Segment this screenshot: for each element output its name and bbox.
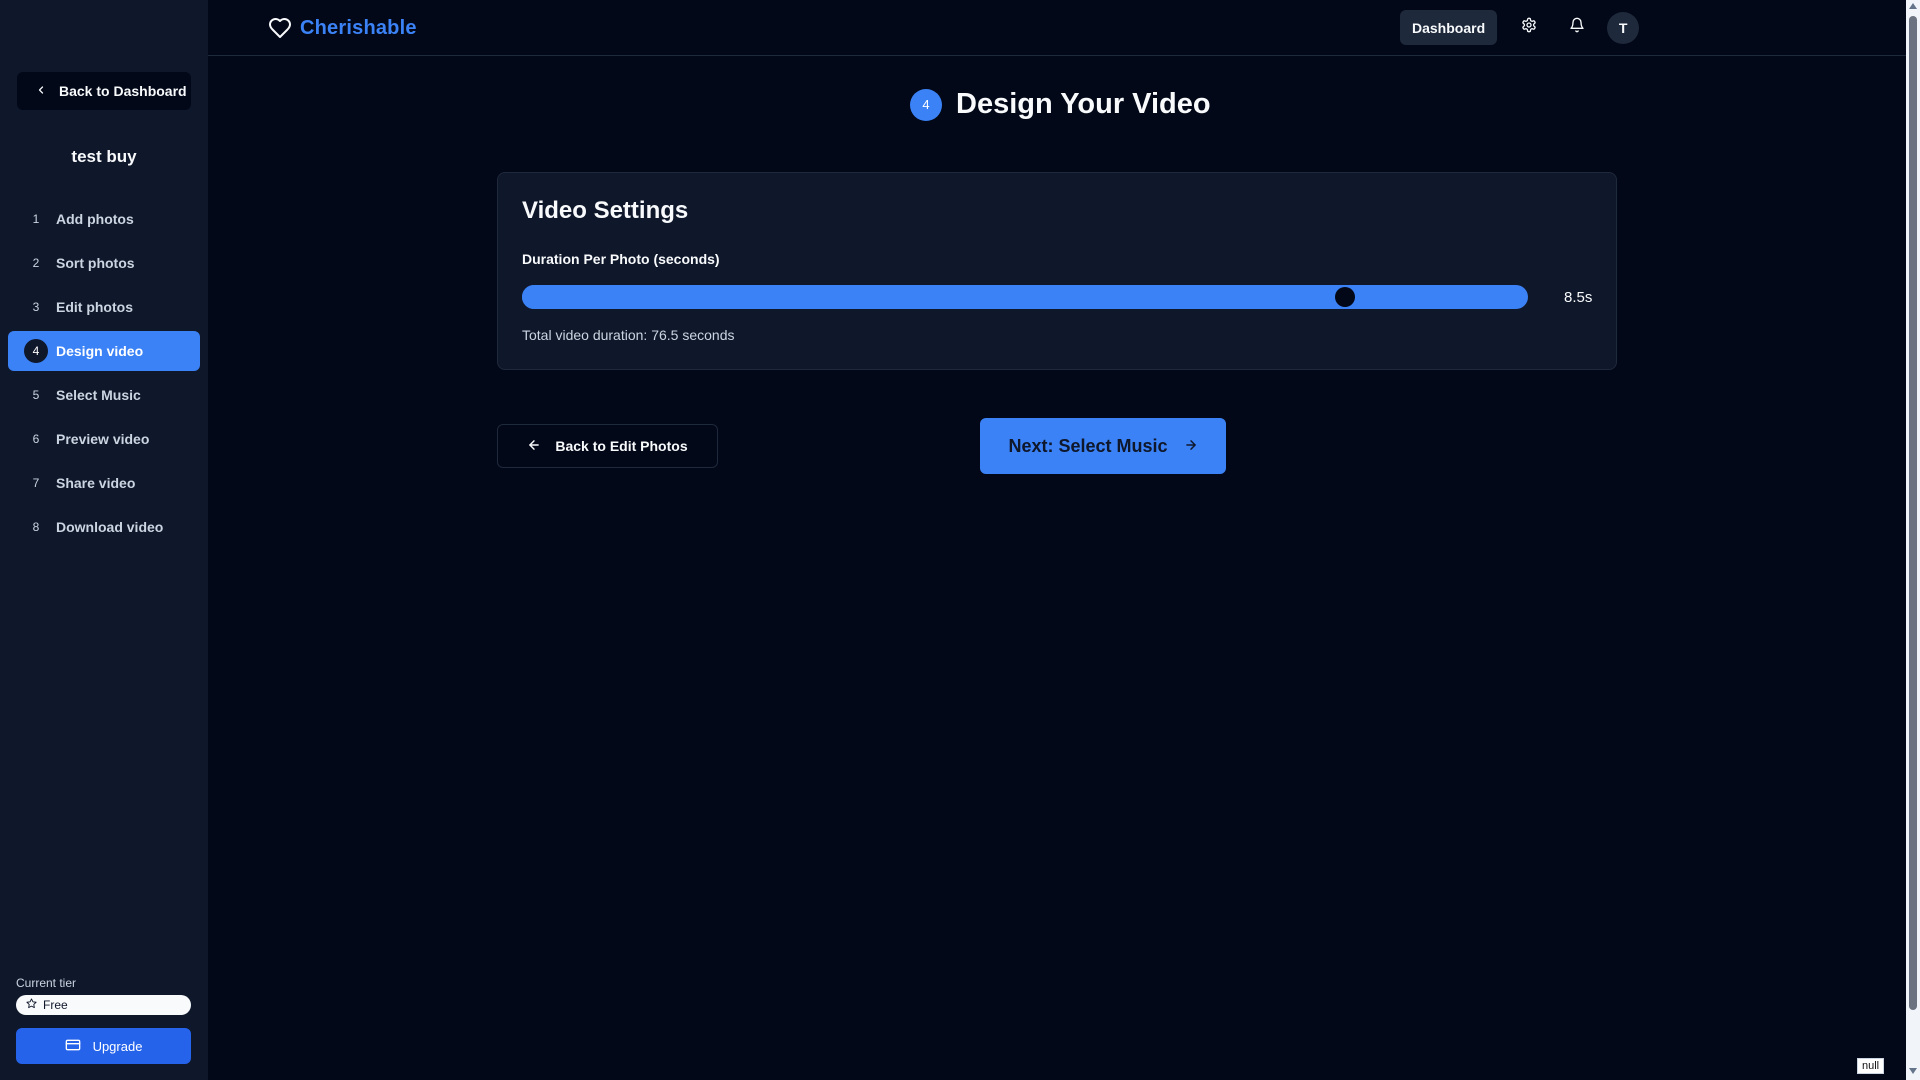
scroll-thumb[interactable] xyxy=(1909,16,1917,1010)
arrow-left-icon xyxy=(527,438,541,455)
step-number: 7 xyxy=(32,476,40,490)
notifications-button[interactable] xyxy=(1561,12,1593,44)
back-to-edit-photos-button[interactable]: Back to Edit Photos xyxy=(497,424,718,468)
top-header: Cherishable Dashboard T xyxy=(0,0,1906,56)
dashboard-button[interactable]: Dashboard xyxy=(1400,10,1498,45)
step-add-photos[interactable]: 1 Add photos xyxy=(8,199,200,239)
page-heading: 4 Design Your Video xyxy=(910,88,1211,121)
step-label: Sort photos xyxy=(56,255,135,271)
step-label: Edit photos xyxy=(56,299,133,315)
current-tier-label: Current tier xyxy=(16,976,77,990)
scroll-up-arrow-icon[interactable] xyxy=(1909,3,1917,9)
star-icon xyxy=(26,998,37,1012)
duration-slider[interactable] xyxy=(522,285,1528,309)
card-title: Video Settings xyxy=(522,197,689,224)
page-title: Design Your Video xyxy=(956,88,1211,120)
step-download-video[interactable]: 8 Download video xyxy=(8,507,200,547)
page-scrollbar[interactable] xyxy=(1906,0,1920,1080)
step-number: 5 xyxy=(32,388,40,402)
step-badge: 4 xyxy=(910,88,942,121)
user-avatar[interactable]: T xyxy=(1607,11,1640,44)
slider-thumb[interactable] xyxy=(1335,287,1356,307)
tier-badge: Free xyxy=(16,995,191,1015)
project-title: test buy xyxy=(71,147,137,166)
step-label: Share video xyxy=(56,475,136,491)
back-to-dashboard-label: Back to Dashboard xyxy=(59,83,187,99)
upgrade-label: Upgrade xyxy=(92,1038,143,1054)
step-preview-video[interactable]: 6 Preview video xyxy=(8,419,200,459)
step-select-music[interactable]: 5 Select Music xyxy=(8,375,200,415)
scroll-down-arrow-icon[interactable] xyxy=(1909,1068,1917,1074)
video-settings-card: Video Settings Duration Per Photo (secon… xyxy=(497,172,1617,370)
step-sort-photos[interactable]: 2 Sort photos xyxy=(8,243,200,283)
slider-fill xyxy=(522,285,1346,309)
sidebar: Back to Dashboard test buy 1 Add photos … xyxy=(0,55,208,1080)
step-number: 3 xyxy=(32,300,40,314)
next-select-music-button[interactable]: Next: Select Music xyxy=(980,418,1226,474)
heart-icon xyxy=(268,16,292,40)
step-label: Select Music xyxy=(56,387,141,403)
bell-icon xyxy=(1569,17,1585,38)
step-design-video[interactable]: 4 Design video xyxy=(8,331,200,371)
credit-card-icon xyxy=(65,1037,81,1056)
gear-icon xyxy=(1521,17,1537,38)
step-label: Design video xyxy=(56,343,144,359)
step-label: Preview video xyxy=(56,431,150,447)
step-label: Add photos xyxy=(56,211,134,227)
step-edit-photos[interactable]: 3 Edit photos xyxy=(8,287,200,327)
back-button-label: Back to Edit Photos xyxy=(555,438,688,454)
duration-label: Duration Per Photo (seconds) xyxy=(522,251,720,267)
header-sidebar-backdrop xyxy=(0,0,208,55)
brand-logo[interactable]: Cherishable xyxy=(268,14,417,42)
duration-value: 8.5s xyxy=(1564,289,1593,306)
step-number: 6 xyxy=(32,432,40,446)
total-duration-text: Total video duration: 76.5 seconds xyxy=(522,327,735,343)
step-list: 1 Add photos 2 Sort photos 3 Edit photos… xyxy=(8,199,200,551)
arrow-right-icon xyxy=(1184,436,1198,457)
brand-name: Cherishable xyxy=(300,16,417,39)
header-actions: Dashboard T xyxy=(1400,10,1640,45)
step-number: 1 xyxy=(32,212,40,226)
back-to-dashboard-button[interactable]: Back to Dashboard xyxy=(17,72,191,110)
next-button-label: Next: Select Music xyxy=(1008,435,1168,456)
debug-tag: null xyxy=(1857,1058,1885,1074)
step-number: 2 xyxy=(32,256,40,270)
chevron-left-icon xyxy=(35,83,47,99)
step-number: 8 xyxy=(32,520,40,534)
upgrade-button[interactable]: Upgrade xyxy=(16,1028,191,1064)
step-label: Download video xyxy=(56,519,164,535)
settings-button[interactable] xyxy=(1513,12,1545,44)
step-share-video[interactable]: 7 Share video xyxy=(8,463,200,503)
step-number: 4 xyxy=(24,339,48,363)
tier-value: Free xyxy=(43,998,68,1012)
